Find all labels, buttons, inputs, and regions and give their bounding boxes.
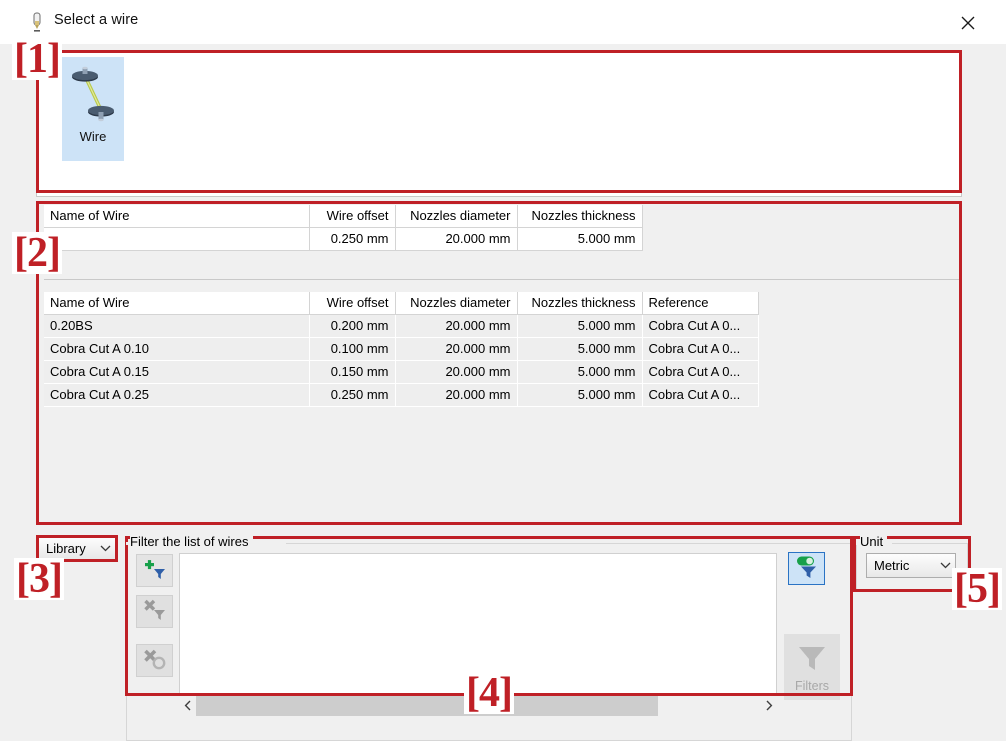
wire-type-tile[interactable]: Wire [62,57,124,161]
cell-nozzles-diameter: 20.000 mm [395,360,517,383]
table-row[interactable]: 0.20BS 0.200 mm 20.000 mm 5.000 mm Cobra… [44,314,758,337]
table-row[interactable]: 0.250 mm 20.000 mm 5.000 mm [44,227,642,250]
cell-nozzles-thickness: 5.000 mm [517,360,642,383]
col-name-of-wire[interactable]: Name of Wire [44,292,309,314]
section-divider [44,279,960,280]
wire-type-label: Wire [80,129,107,144]
table-header-row: Name of Wire Wire offset Nozzles diamete… [44,292,758,314]
clear-filter-icon [143,647,167,674]
cell-nozzles-thickness: 5.000 mm [517,227,642,250]
cell-nozzles-diameter: 20.000 mm [395,227,517,250]
unit-group-legend: Unit [860,534,887,549]
chevron-down-icon [95,545,115,552]
wire-icon [66,65,120,127]
col-wire-offset[interactable]: Wire offset [309,292,395,314]
filters-button[interactable]: Filters [784,634,840,700]
col-reference[interactable]: Reference [642,292,758,314]
scroll-left-arrow-icon[interactable] [179,694,196,716]
filters-button-label: Filters [795,679,829,693]
col-nozzles-thickness: Nozzles thickness [517,205,642,227]
cell-wire-offset: 0.100 mm [309,337,395,360]
wire-type-panel: Wire [36,50,962,197]
scroll-right-arrow-icon[interactable] [760,694,777,716]
filter-group: Filter the list of wires [126,536,852,741]
table-row[interactable]: Cobra Cut A 0.25 0.250 mm 20.000 mm 5.00… [44,383,758,406]
clear-filter-button[interactable] [136,644,173,677]
cell-name [44,227,309,250]
filter-input[interactable] [179,553,777,694]
unit-dropdown[interactable]: Metric [866,553,956,578]
toggle-filter-button[interactable] [788,552,825,585]
wire-app-icon [28,12,46,32]
table-row[interactable]: Cobra Cut A 0.15 0.150 mm 20.000 mm 5.00… [44,360,758,383]
cell-reference: Cobra Cut A 0... [642,314,758,337]
cell-reference: Cobra Cut A 0... [642,337,758,360]
cell-wire-offset: 0.200 mm [309,314,395,337]
cell-name: Cobra Cut A 0.25 [44,383,309,406]
toggle-filter-icon [794,554,820,583]
scrollbar-track[interactable] [196,694,760,716]
cell-name: 0.20BS [44,314,309,337]
cell-nozzles-thickness: 5.000 mm [517,314,642,337]
filter-group-legend: Filter the list of wires [130,534,253,549]
unit-dropdown-value: Metric [867,558,935,573]
col-nozzles-diameter[interactable]: Nozzles diameter [395,292,517,314]
dialog-body: Wire Name of Wire Wire offset Nozzles di… [0,44,1006,733]
cell-reference: Cobra Cut A 0... [642,360,758,383]
cell-nozzles-diameter: 20.000 mm [395,337,517,360]
cell-nozzles-thickness: 5.000 mm [517,383,642,406]
remove-filter-button[interactable] [136,595,173,628]
cell-reference: Cobra Cut A 0... [642,383,758,406]
title-bar: Select a wire [0,0,1006,44]
close-button[interactable] [952,9,984,37]
remove-filter-icon [143,598,167,625]
funnel-icon [795,641,829,678]
cell-wire-offset: 0.250 mm [309,383,395,406]
library-dropdown-value: Library [39,541,95,556]
window-title: Select a wire [54,12,138,28]
filter-horizontal-scrollbar[interactable] [179,694,777,716]
add-filter-button[interactable] [136,554,173,587]
table-row[interactable]: Cobra Cut A 0.10 0.100 mm 20.000 mm 5.00… [44,337,758,360]
table-header-row: Name of Wire Wire offset Nozzles diamete… [44,205,642,227]
cell-wire-offset: 0.150 mm [309,360,395,383]
cell-wire-offset: 0.250 mm [309,227,395,250]
wire-list-table: Name of Wire Wire offset Nozzles diamete… [44,292,759,407]
col-nozzles-thickness[interactable]: Nozzles thickness [517,292,642,314]
cell-name: Cobra Cut A 0.15 [44,360,309,383]
cell-nozzles-thickness: 5.000 mm [517,337,642,360]
col-wire-offset: Wire offset [309,205,395,227]
cell-name: Cobra Cut A 0.10 [44,337,309,360]
chevron-down-icon [935,562,955,569]
col-nozzles-diameter: Nozzles diameter [395,205,517,227]
col-name-of-wire: Name of Wire [44,205,309,227]
unit-group: Unit Metric [856,536,968,590]
cell-nozzles-diameter: 20.000 mm [395,383,517,406]
library-dropdown[interactable]: Library [38,537,116,560]
current-wire-table: Name of Wire Wire offset Nozzles diamete… [44,205,643,251]
cell-nozzles-diameter: 20.000 mm [395,314,517,337]
add-filter-icon [143,557,167,584]
scrollbar-thumb[interactable] [196,694,658,716]
